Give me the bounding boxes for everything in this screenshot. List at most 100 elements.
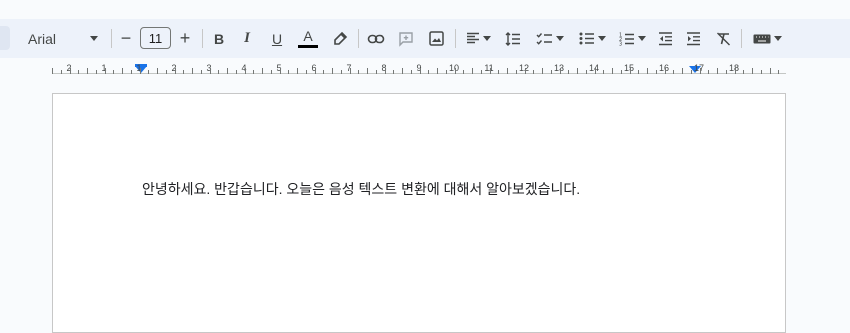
underline-button[interactable]: U (267, 19, 287, 58)
ruler-tick (428, 70, 429, 74)
ruler-tick (157, 68, 158, 74)
document-paragraph[interactable]: 안녕하세요. 반갑습니다. 오늘은 음성 텍스트 변환에 대해서 알아보겠습니다… (142, 179, 580, 199)
increase-indent-button[interactable] (682, 19, 704, 58)
ruler-tick (210, 68, 211, 74)
ruler-tick (420, 68, 421, 74)
ruler-tick (113, 70, 114, 74)
ruler-tick (218, 70, 219, 74)
ruler-tick (455, 68, 456, 74)
toolbar-divider (358, 29, 359, 48)
horizontal-ruler[interactable]: 2 1 1 2 3 4 5 6 7 8 9 10 11 12 13 14 15 16 17 18 (0, 58, 850, 80)
ruler-number: 13 (553, 63, 565, 73)
increase-font-size-button[interactable]: + (175, 19, 195, 58)
checklist-dropdown[interactable] (532, 19, 568, 58)
image-icon (428, 31, 444, 46)
document-canvas: 안녕하세요. 반갑습니다. 오늘은 음성 텍스트 변환에 대해서 알아보겠습니다… (0, 80, 850, 333)
ruler-number: 10 (448, 63, 460, 73)
ruler-tick (140, 68, 141, 74)
ruler-number: 11 (484, 63, 494, 73)
ruler-number: 14 (588, 63, 600, 73)
toolbar-divider (202, 29, 203, 48)
ruler-tick (463, 70, 464, 74)
ruler-tick (201, 70, 202, 74)
plus-icon: + (179, 28, 191, 48)
decrease-indent-button[interactable] (654, 19, 676, 58)
ruler-tick (735, 68, 736, 74)
ruler-tick (402, 68, 403, 74)
bulleted-list-dropdown[interactable] (574, 19, 610, 58)
ruler-tick (472, 68, 473, 74)
ruler-tick (498, 70, 499, 74)
underline-icon: U (271, 30, 283, 47)
numbered-list-icon: 123 (619, 32, 634, 46)
svg-text:3: 3 (619, 41, 622, 46)
decrease-font-size-button[interactable]: − (116, 19, 136, 58)
ruler-tick (577, 68, 578, 74)
italic-button[interactable]: I (237, 19, 257, 58)
text-color-swatch (298, 44, 318, 48)
insert-link-button[interactable] (365, 19, 387, 58)
highlight-color-button[interactable] (329, 19, 351, 58)
increase-indent-icon (686, 31, 700, 45)
ruler-tick (525, 68, 526, 74)
clear-formatting-button[interactable] (712, 19, 734, 58)
ruler-tick (446, 70, 447, 74)
ruler-tick (245, 68, 246, 74)
font-size-input[interactable]: 11 (140, 27, 171, 49)
ruler-tick (778, 70, 779, 74)
ruler-tick (332, 68, 333, 74)
ruler-tick (507, 68, 508, 74)
ruler-tick (288, 70, 289, 74)
ruler-tick (490, 68, 491, 74)
ruler-tick (297, 68, 298, 74)
ruler-tick (752, 68, 753, 74)
ruler-tick (358, 70, 359, 74)
ruler-tick (253, 70, 254, 74)
numbered-list-dropdown[interactable]: 123 (614, 19, 650, 58)
ruler-number: 17 (693, 63, 705, 73)
ruler-tick (192, 68, 193, 74)
ruler-tick (691, 70, 692, 74)
chevron-down-icon (637, 36, 646, 41)
ruler-number: 18 (728, 63, 740, 73)
ruler-tick (122, 68, 123, 74)
ruler-tick (542, 68, 543, 74)
ruler-tick (411, 70, 412, 74)
ruler-tick (227, 68, 228, 74)
formatting-toolbar: Arial − 11 + B I U A 1 2 3 (0, 19, 850, 58)
link-icon (367, 34, 385, 43)
ruler-tick (743, 70, 744, 74)
ruler-tick (770, 68, 771, 74)
ruler-tick (323, 70, 324, 74)
ruler-tick (568, 70, 569, 74)
insert-image-button[interactable] (425, 19, 447, 58)
ruler-tick (306, 70, 307, 74)
ruler-tick (656, 70, 657, 74)
line-spacing-button[interactable] (502, 19, 524, 58)
keyboard-icon (753, 34, 770, 43)
document-page[interactable]: 안녕하세요. 반갑습니다. 오늘은 음성 텍스트 변환에 대해서 알아보겠습니다… (52, 93, 786, 333)
font-family-dropdown[interactable]: Arial (18, 19, 104, 58)
minus-icon: − (120, 28, 132, 48)
ruler-tick (271, 70, 272, 74)
ruler-tick (700, 68, 701, 74)
text-color-button[interactable]: A (297, 19, 319, 58)
align-dropdown[interactable] (462, 19, 494, 58)
toolbar-divider (455, 29, 456, 48)
bold-button[interactable]: B (209, 19, 229, 58)
ruler-tick (708, 70, 709, 74)
ruler-tick (175, 68, 176, 74)
ruler-tick (560, 68, 561, 74)
ruler-tick (481, 70, 482, 74)
ruler-tick (131, 70, 132, 74)
ruler-tick (551, 70, 552, 74)
insert-comment-button[interactable] (395, 19, 417, 58)
ruler-number: 15 (623, 63, 635, 73)
ruler-tick (665, 68, 666, 74)
ruler-tick (437, 68, 438, 74)
ruler-tick (717, 68, 718, 74)
ruler-tick (280, 68, 281, 74)
toolbar-divider (741, 29, 742, 48)
input-tools-dropdown[interactable] (749, 19, 785, 58)
ruler-tick (647, 68, 648, 74)
